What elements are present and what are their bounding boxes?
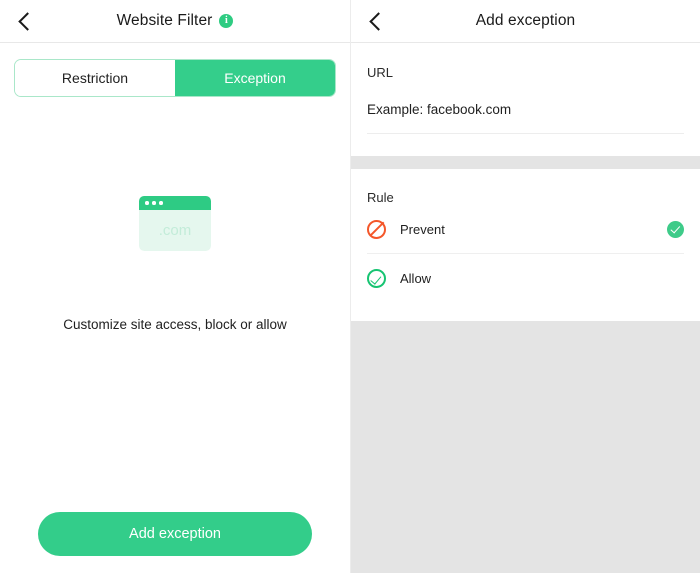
url-form-section: URL Example: facebook.com bbox=[351, 43, 700, 134]
page-title-right: Add exception bbox=[475, 12, 576, 29]
rule-option-prevent[interactable]: Prevent bbox=[367, 205, 684, 254]
browser-dot-3 bbox=[159, 201, 163, 205]
section-divider-band bbox=[351, 156, 700, 169]
bottom-gray-area: Add exception bbox=[351, 321, 700, 573]
rule-option-allow[interactable]: Allow bbox=[367, 254, 684, 302]
add-exception-button-left[interactable]: Add exception bbox=[38, 512, 312, 556]
rule-option-allow-label: Allow bbox=[400, 270, 432, 286]
website-filter-panel: Website Filter i Restriction Exception .… bbox=[0, 0, 350, 573]
add-exception-panel: Add exception URL Example: facebook.com … bbox=[350, 0, 700, 573]
chevron-left-icon bbox=[17, 11, 37, 31]
chevron-left-icon bbox=[368, 11, 388, 31]
check-circle-icon bbox=[367, 268, 386, 288]
rule-option-prevent-label: Prevent bbox=[400, 221, 445, 237]
browser-body-text: .com bbox=[139, 210, 211, 251]
browser-dot-2 bbox=[152, 201, 156, 205]
right-header: Add exception bbox=[351, 0, 700, 43]
left-header: Website Filter i bbox=[0, 0, 350, 43]
filter-mode-segmented-control[interactable]: Restriction Exception bbox=[14, 59, 336, 97]
rule-label: Rule bbox=[367, 190, 394, 205]
browser-dot-1 bbox=[145, 201, 149, 205]
back-button-left[interactable] bbox=[8, 0, 42, 42]
selected-check-icon bbox=[667, 220, 684, 238]
dual-panel-screenshot: Website Filter i Restriction Exception .… bbox=[0, 0, 700, 573]
tab-restriction[interactable]: Restriction bbox=[15, 60, 175, 96]
empty-state: .com Customize site access, block or all… bbox=[0, 196, 350, 332]
tab-exception[interactable]: Exception bbox=[175, 60, 335, 96]
browser-titlebar bbox=[139, 196, 211, 210]
info-icon[interactable]: i bbox=[219, 14, 234, 28]
page-title-left: Website Filter bbox=[116, 12, 213, 29]
back-button-right[interactable] bbox=[359, 0, 393, 42]
url-input[interactable]: Example: facebook.com bbox=[367, 80, 684, 134]
left-title-row: Website Filter i bbox=[117, 12, 234, 30]
browser-window-icon: .com bbox=[139, 196, 211, 251]
url-label: URL bbox=[367, 65, 394, 80]
empty-state-caption: Customize site access, block or allow bbox=[63, 317, 287, 332]
rule-section: Rule Prevent Allow bbox=[351, 169, 700, 302]
prohibited-icon bbox=[367, 219, 386, 239]
